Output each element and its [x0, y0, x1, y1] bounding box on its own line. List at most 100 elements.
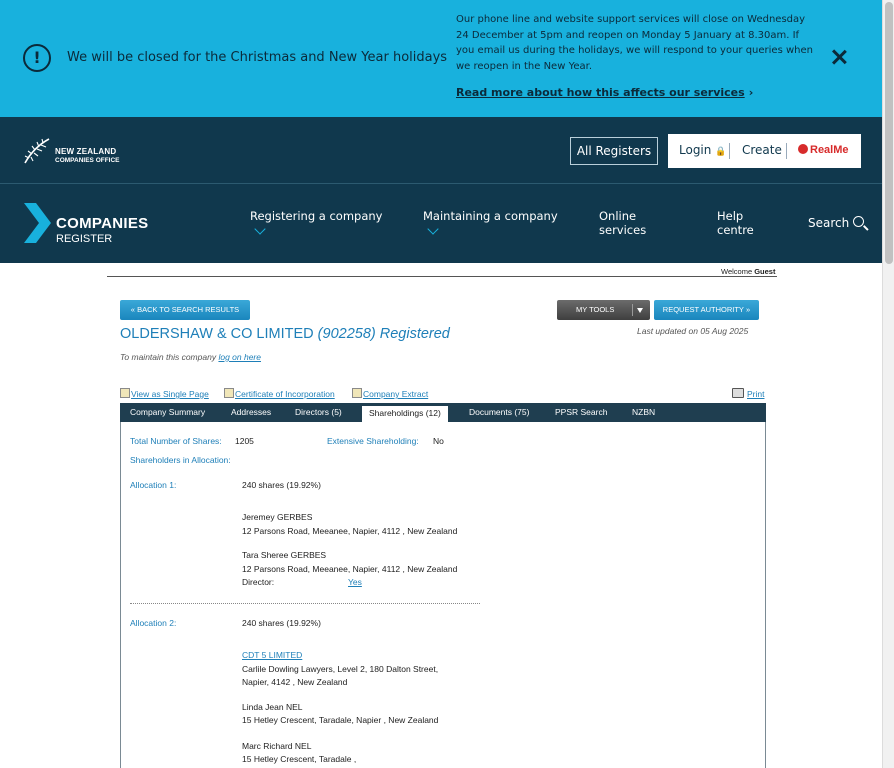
company-tabs: Company Summary Addresses Directors (5) … [120, 403, 766, 422]
welcome-text: Welcome Guest [721, 267, 775, 276]
shareholder-address: 12 Parsons Road, Meeanee, Napier, 4112 ,… [242, 526, 458, 536]
nav-maintaining[interactable]: Maintaining a company [423, 209, 558, 235]
allocation-label: Allocation 1: [130, 480, 177, 490]
my-tools-dropdown[interactable]: MY TOOLS [557, 300, 650, 320]
binoculars-icon [120, 388, 130, 398]
logo-register: REGISTER [56, 233, 113, 245]
tab-shareholdings[interactable]: Shareholdings (12) [362, 406, 448, 422]
maintain-prefix: To maintain this company [120, 352, 217, 362]
search-icon [853, 216, 864, 227]
log-on-link[interactable]: log on here [218, 352, 261, 362]
shareholder-address: 15 Hetley Crescent, Taradale, Napier , N… [242, 715, 439, 725]
search-button[interactable]: Search [808, 216, 864, 230]
divider [107, 276, 777, 277]
allocation-shares: 240 shares (19.92%) [242, 480, 321, 490]
shareholders-in-allocation-label: Shareholders in Allocation: [130, 455, 231, 465]
tab-company-summary[interactable]: Company Summary [130, 403, 205, 422]
divider [786, 143, 787, 159]
nav-maintaining-label: Maintaining a company [423, 209, 558, 223]
chevron-right-icon: › [748, 86, 754, 99]
company-number: (902258) [317, 326, 376, 342]
welcome-prefix: Welcome [721, 267, 753, 276]
banner-notice: Our phone line and website support servi… [456, 14, 813, 72]
allocation-label: Allocation 2: [130, 618, 177, 628]
logo-line-2: COMPANIES OFFICE [55, 157, 120, 164]
print-link[interactable]: Print [732, 388, 764, 399]
welcome-user: Guest [754, 267, 776, 276]
lock-icon: 🔒 [715, 147, 727, 157]
shareholder-address: Carlile Dowling Lawyers, Level 2, 180 Da… [242, 664, 439, 674]
site-header: NEW ZEALAND COMPANIES OFFICE All Registe… [0, 117, 882, 184]
request-label: REQUEST AUTHORITY [662, 305, 744, 314]
search-label: Search [808, 216, 850, 230]
tab-addresses[interactable]: Addresses [231, 403, 271, 422]
certificate-link[interactable]: Certificate of Incorporation [224, 388, 335, 399]
shareholder-name: Jeremey GERBES [242, 512, 313, 522]
shareholder-company-link[interactable]: CDT 5 LIMITED [242, 650, 302, 660]
shareholder-address: 15 Hetley Crescent, Taradale , [242, 754, 357, 764]
shareholdings-panel [120, 422, 766, 768]
extract-label: Company Extract [363, 389, 429, 399]
tab-ppsr-search[interactable]: PPSR Search [555, 403, 607, 422]
view-single-page-link[interactable]: View as Single Page [120, 388, 209, 399]
chevron-logo-icon [24, 203, 51, 243]
banner-read-more-link[interactable]: Read more about how this affects our ser… [456, 86, 753, 99]
chevron-down-icon [427, 223, 439, 235]
create-link[interactable]: Create [742, 143, 782, 157]
banner-headline: We will be closed for the Christmas and … [67, 50, 448, 65]
login-link[interactable]: Login 🔒 [679, 143, 726, 157]
shareholder-name: Linda Jean NEL [242, 702, 303, 712]
back-to-search-button[interactable]: « BACK TO SEARCH RESULTS [120, 300, 250, 320]
my-tools-label: MY TOOLS [576, 305, 615, 314]
allocation-shares: 240 shares (19.92%) [242, 618, 321, 628]
companies-register-logo[interactable]: COMPANIES REGISTER [24, 203, 154, 245]
page-scrollbar[interactable] [882, 0, 894, 768]
tab-directors[interactable]: Directors (5) [295, 403, 342, 422]
holiday-banner: ! We will be closed for the Christmas an… [0, 0, 882, 117]
login-label: Login [679, 143, 712, 157]
fern-icon [24, 138, 50, 164]
close-icon[interactable] [829, 48, 849, 68]
view-single-page-label: View as Single Page [131, 389, 209, 399]
realme-link[interactable]: RealMe [798, 144, 849, 156]
logo-companies: COMPANIES [56, 215, 149, 232]
all-registers-button[interactable]: All Registers [570, 137, 658, 165]
nav-online-services[interactable]: Online services [599, 209, 661, 237]
allocation-divider [130, 603, 480, 604]
company-status: Registered [379, 326, 450, 342]
tab-documents[interactable]: Documents (75) [469, 403, 529, 422]
print-label: Print [747, 389, 765, 399]
divider [729, 143, 730, 159]
certificate-label: Certificate of Incorporation [235, 389, 335, 399]
main-nav: COMPANIES REGISTER Registering a company… [0, 184, 882, 263]
company-title: OLDERSHAW & CO LIMITED (902258) Register… [120, 326, 450, 342]
extensive-shareholding-value: No [433, 436, 444, 446]
caret-down-icon [637, 308, 643, 313]
double-chevron-right-icon: » [743, 305, 751, 314]
realme-icon [798, 144, 808, 154]
total-shares-value: 1205 [235, 436, 254, 446]
nav-help-centre[interactable]: Help centre [717, 209, 762, 237]
tab-nzbn[interactable]: NZBN [632, 403, 655, 422]
companies-office-logo[interactable]: NEW ZEALAND COMPANIES OFFICE [22, 136, 132, 166]
shareholder-address: 12 Parsons Road, Meeanee, Napier, 4112 ,… [242, 564, 458, 574]
nav-registering[interactable]: Registering a company [250, 209, 383, 235]
shareholder-address: Napier, 4142 , New Zealand [242, 677, 348, 687]
company-name: OLDERSHAW & CO LIMITED [120, 326, 314, 342]
account-box: Login 🔒 Create RealMe [668, 134, 861, 168]
chevron-down-icon [254, 223, 266, 235]
alert-circle-icon: ! [23, 44, 51, 72]
nav-registering-label: Registering a company [250, 209, 383, 223]
last-updated: Last updated on 05 Aug 2025 [637, 326, 749, 336]
realme-label: RealMe [810, 144, 849, 156]
director-yes-link[interactable]: Yes [348, 577, 362, 587]
certificate-icon [224, 388, 234, 398]
shareholder-name: Marc Richard NEL [242, 741, 312, 751]
company-extract-link[interactable]: Company Extract [352, 388, 428, 399]
scrollbar-thumb[interactable] [885, 2, 893, 264]
director-label: Director: [242, 577, 275, 587]
request-authority-button[interactable]: REQUEST AUTHORITY » [654, 300, 759, 320]
logo-line-1: NEW ZEALAND [55, 147, 117, 156]
total-shares-label: Total Number of Shares: [130, 436, 222, 446]
banner-read-more-label: Read more about how this affects our ser… [456, 86, 745, 99]
